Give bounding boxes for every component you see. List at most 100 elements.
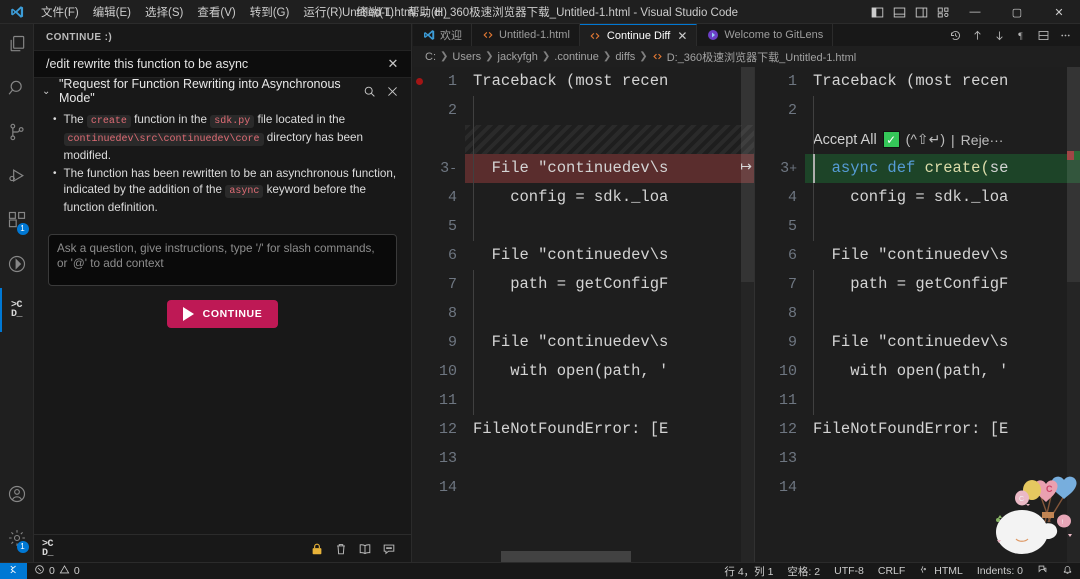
close-icon[interactable]: ✕ (385, 56, 401, 72)
menu-go[interactable]: 转到(G) (243, 1, 297, 23)
prompt-input[interactable]: Ask a question, give instructions, type … (48, 234, 397, 286)
scrollbar-thumb[interactable] (741, 67, 754, 282)
diff-hatch-filler (465, 125, 754, 154)
line-number: 2 (447, 102, 457, 119)
menu-edit[interactable]: 编辑(E) (86, 1, 138, 23)
comment-icon[interactable] (377, 542, 401, 556)
screencast-status[interactable] (1030, 563, 1055, 579)
language-mode-status[interactable]: HTML (912, 563, 970, 579)
continue-button[interactable]: CONTINUE (166, 300, 279, 328)
window-maximize-button[interactable]: ▢ (996, 0, 1038, 24)
slash-command-text: /edit rewrite this function to be async (46, 57, 249, 71)
menu-file[interactable]: 文件(F) (34, 1, 86, 23)
scrollbar-thumb[interactable] (501, 551, 631, 562)
vscode-icon (422, 29, 435, 42)
toggle-primary-sidebar-icon[interactable] (866, 0, 888, 24)
toggle-panel-icon[interactable] (888, 0, 910, 24)
inline-code: sdk.py (210, 115, 255, 128)
problems-status[interactable]: 0 0 (27, 563, 87, 579)
line-number: 13 (438, 450, 457, 467)
window-minimize-button[interactable]: — (954, 0, 996, 24)
breadcrumb-item[interactable]: jackyfgh (498, 51, 538, 63)
vscode-logo-icon (0, 5, 34, 19)
slash-command-row[interactable]: /edit rewrite this function to be async … (34, 50, 411, 78)
menu-selection[interactable]: 选择(S) (138, 1, 190, 23)
breadcrumb-item[interactable]: .continue (554, 51, 599, 63)
history-icon[interactable] (944, 29, 966, 42)
close-icon[interactable] (383, 85, 401, 98)
tab-welcome[interactable]: 欢迎 (413, 24, 472, 46)
customize-layout-icon[interactable] (932, 0, 954, 24)
horizontal-scrollbar-left[interactable] (413, 551, 754, 562)
toggle-secondary-sidebar-icon[interactable] (910, 0, 932, 24)
code-line: File "continuedev\s (473, 333, 669, 351)
toolbar-separator: | (951, 131, 955, 148)
warning-icon (59, 564, 70, 578)
check-icon[interactable]: ✓ (882, 131, 900, 148)
breakpoint-marker[interactable] (416, 78, 423, 85)
html-icon (589, 29, 602, 42)
eol-status[interactable]: CRLF (871, 563, 912, 579)
line-number: 2 (787, 102, 797, 119)
menu-bar[interactable]: 文件(F) 编辑(E) 选择(S) 查看(V) 转到(G) 运行(R) 终端(T… (34, 1, 454, 23)
search-icon[interactable] (360, 85, 378, 98)
code-line: with open(path, ' (473, 362, 669, 380)
menu-help[interactable]: 帮助(H) (401, 1, 454, 23)
line-number: 8 (787, 305, 797, 322)
code-line: File "continuedev\s (813, 333, 1009, 351)
inline-code: continuedev\src\continuedev\core (63, 133, 264, 146)
sidebar-item-manage[interactable]: 1 (0, 518, 34, 562)
files-icon (7, 34, 27, 59)
breadcrumb-item[interactable]: diffs (615, 51, 635, 63)
title-bar-actions[interactable]: — ▢ ✕ (866, 0, 1080, 24)
encoding-status[interactable]: UTF-8 (827, 563, 871, 579)
diff-accept-toolbar[interactable]: Accept All ✓ (^⇧↵) | Reje··· (805, 125, 1080, 154)
sidebar-item-run-and-debug[interactable] (0, 156, 34, 200)
vertical-scrollbar-left[interactable] (741, 67, 754, 562)
overview-insertion-mark (1073, 151, 1080, 160)
code-column-left[interactable]: Traceback (most recen File "continuedev\… (465, 67, 754, 562)
breadcrumb-item[interactable]: Users (452, 51, 481, 63)
sidebar-item-continue[interactable]: >C D_ (0, 288, 34, 332)
close-icon[interactable]: ✕ (677, 29, 687, 43)
sidebar-item-gitlens[interactable] (0, 244, 34, 288)
sidebar-item-accounts[interactable] (0, 474, 34, 518)
remote-window-indicator[interactable] (0, 562, 27, 579)
breadcrumb[interactable]: C: ❯ Users ❯ jackyfgh ❯ .continue ❯ diff… (413, 46, 1080, 67)
sidebar-item-explorer[interactable] (0, 24, 34, 68)
window-close-button[interactable]: ✕ (1038, 0, 1080, 24)
sidebar-item-source-control[interactable] (0, 112, 34, 156)
code-column-right[interactable]: Traceback (most recen Accept All ✓ (^⇧↵)… (805, 67, 1080, 562)
chevron-down-icon[interactable]: ⌄ (42, 86, 54, 97)
continue-button-wrap: CONTINUE (48, 286, 397, 328)
indentation-status[interactable]: 空格: 2 (780, 563, 827, 579)
sidebar-item-extensions[interactable]: 1 (0, 200, 34, 244)
cursor-position-status[interactable]: 行 4，列 1 (717, 563, 780, 579)
menu-run[interactable]: 运行(R) (296, 1, 349, 23)
reject-all-label[interactable]: Reje··· (961, 132, 1004, 148)
error-icon (34, 564, 45, 578)
arrow-up-icon[interactable] (966, 29, 988, 42)
notifications-status[interactable] (1055, 563, 1080, 579)
breadcrumb-item[interactable]: C: (425, 51, 436, 63)
tab-untitled-1-html[interactable]: Untitled-1.html (472, 24, 580, 46)
trash-icon[interactable] (329, 542, 353, 556)
menu-view[interactable]: 查看(V) (190, 1, 242, 23)
menu-terminal[interactable]: 终端(T) (349, 1, 401, 23)
split-editor-icon[interactable] (1032, 29, 1054, 42)
sidebar-item-search[interactable] (0, 68, 34, 112)
tab-continue-diff[interactable]: Continue Diff ✕ (579, 24, 698, 46)
more-actions-icon[interactable] (1054, 29, 1076, 42)
accept-all-label[interactable]: Accept All (813, 132, 877, 148)
line-number-gutter-left: 1 2 3- 4 5 6 7 8 9 10 11 12 13 14 (413, 67, 465, 562)
pilcrow-icon[interactable]: ¶ (1010, 29, 1032, 42)
diff-pane-modified: 1 2 3+ 4 5 6 7 8 9 10 11 12 13 14 Traceb… (755, 67, 1080, 562)
breadcrumb-item[interactable]: D:_360极速浏览器下载_Untitled-1.html (667, 49, 857, 65)
response-header[interactable]: ⌄ "Request for Function Rewriting into A… (34, 77, 411, 105)
arrow-down-icon[interactable] (988, 29, 1010, 42)
lock-icon[interactable] (305, 542, 329, 556)
indents-status[interactable]: Indents: 0 (970, 563, 1030, 579)
book-icon[interactable] (353, 542, 377, 556)
tab-welcome-to-gitlens[interactable]: Welcome to GitLens (697, 24, 834, 46)
